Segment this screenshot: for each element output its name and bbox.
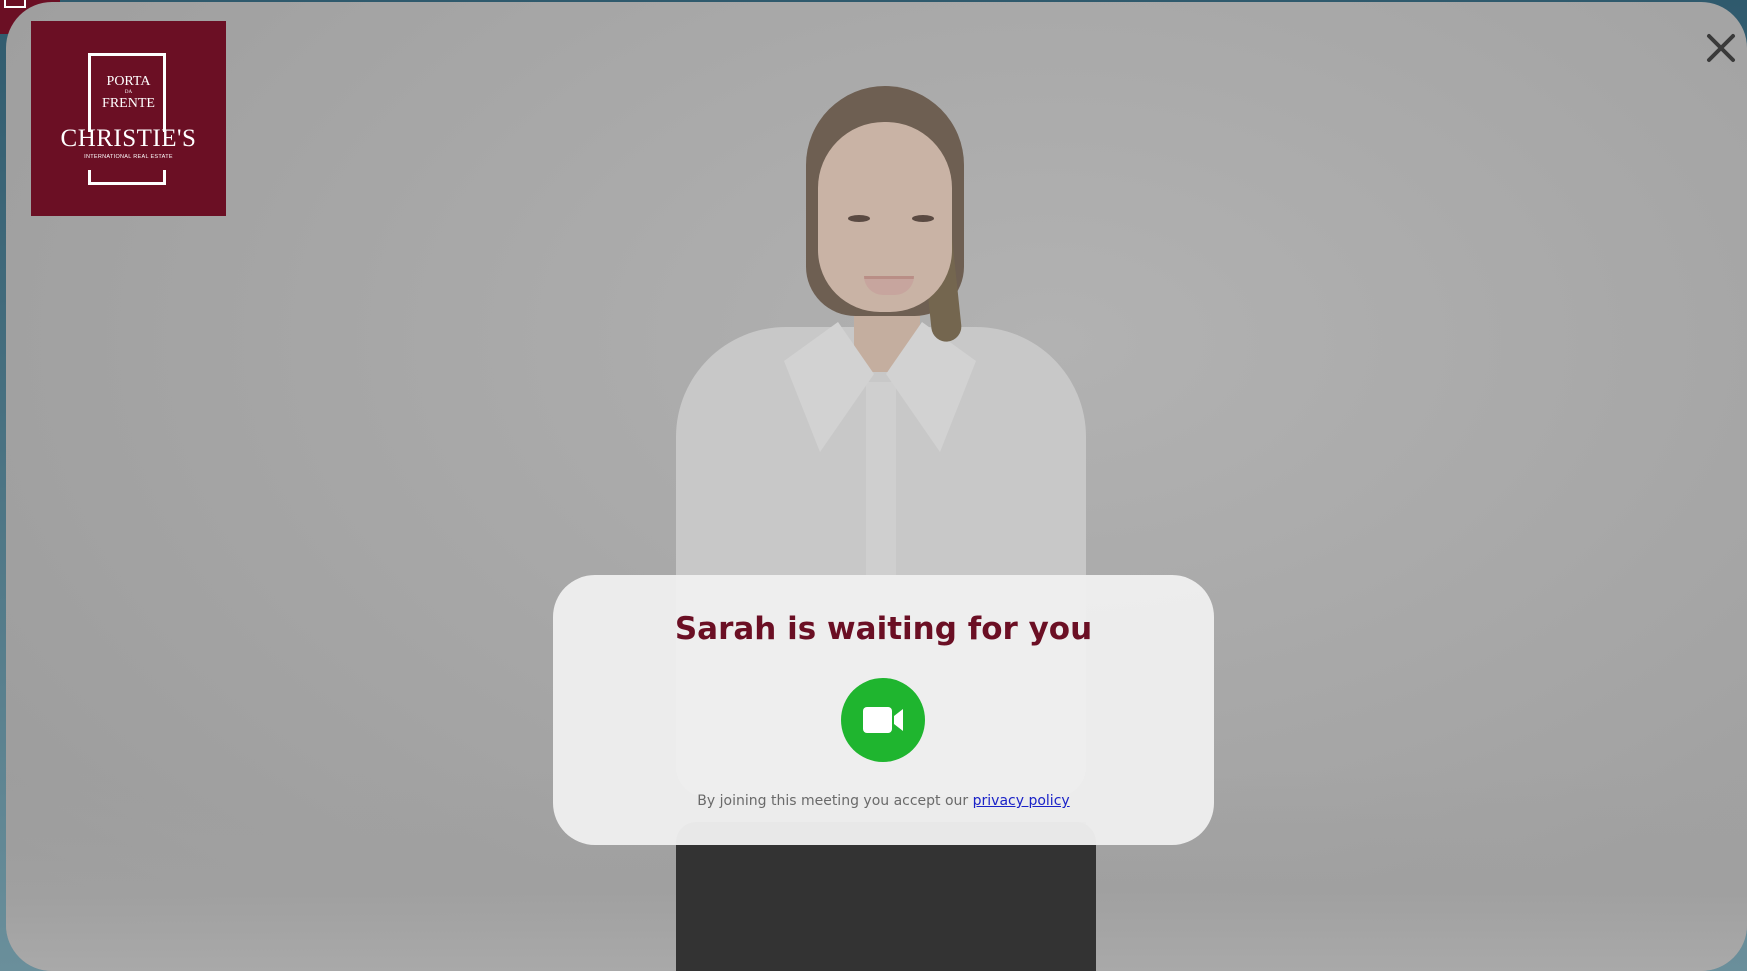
privacy-policy-link[interactable]: privacy policy [973,793,1070,809]
logo-tagline: INTERNATIONAL REAL ESTATE [84,154,173,160]
host-eye-right [912,215,934,222]
close-button[interactable] [1699,26,1743,70]
logo-porta-da-frente: PORTA DA FRENTE [31,74,226,112]
consent-text: By joining this meeting you accept our [697,793,969,809]
logo-brand-name: CHRISTIE'S [60,125,197,152]
dialog-title: Sarah is waiting for you [674,611,1093,647]
join-video-button[interactable] [841,678,925,762]
brand-logo: PORTA DA FRENTE CHRISTIE'S INTERNATIONAL… [31,21,226,216]
consent-note: By joining this meeting you accept our p… [553,793,1214,809]
video-camera-icon [863,707,903,733]
viewport-backdrop: PORTA DA FRENTE CHRISTIE'S INTERNATIONAL… [0,0,1747,971]
close-icon [1707,34,1735,62]
join-dialog: Sarah is waiting for you By joining this… [553,575,1214,845]
logo-line-porta: PORTA [106,74,151,89]
host-eye-left [848,215,870,222]
logo-line-frente: FRENTE [102,96,155,111]
